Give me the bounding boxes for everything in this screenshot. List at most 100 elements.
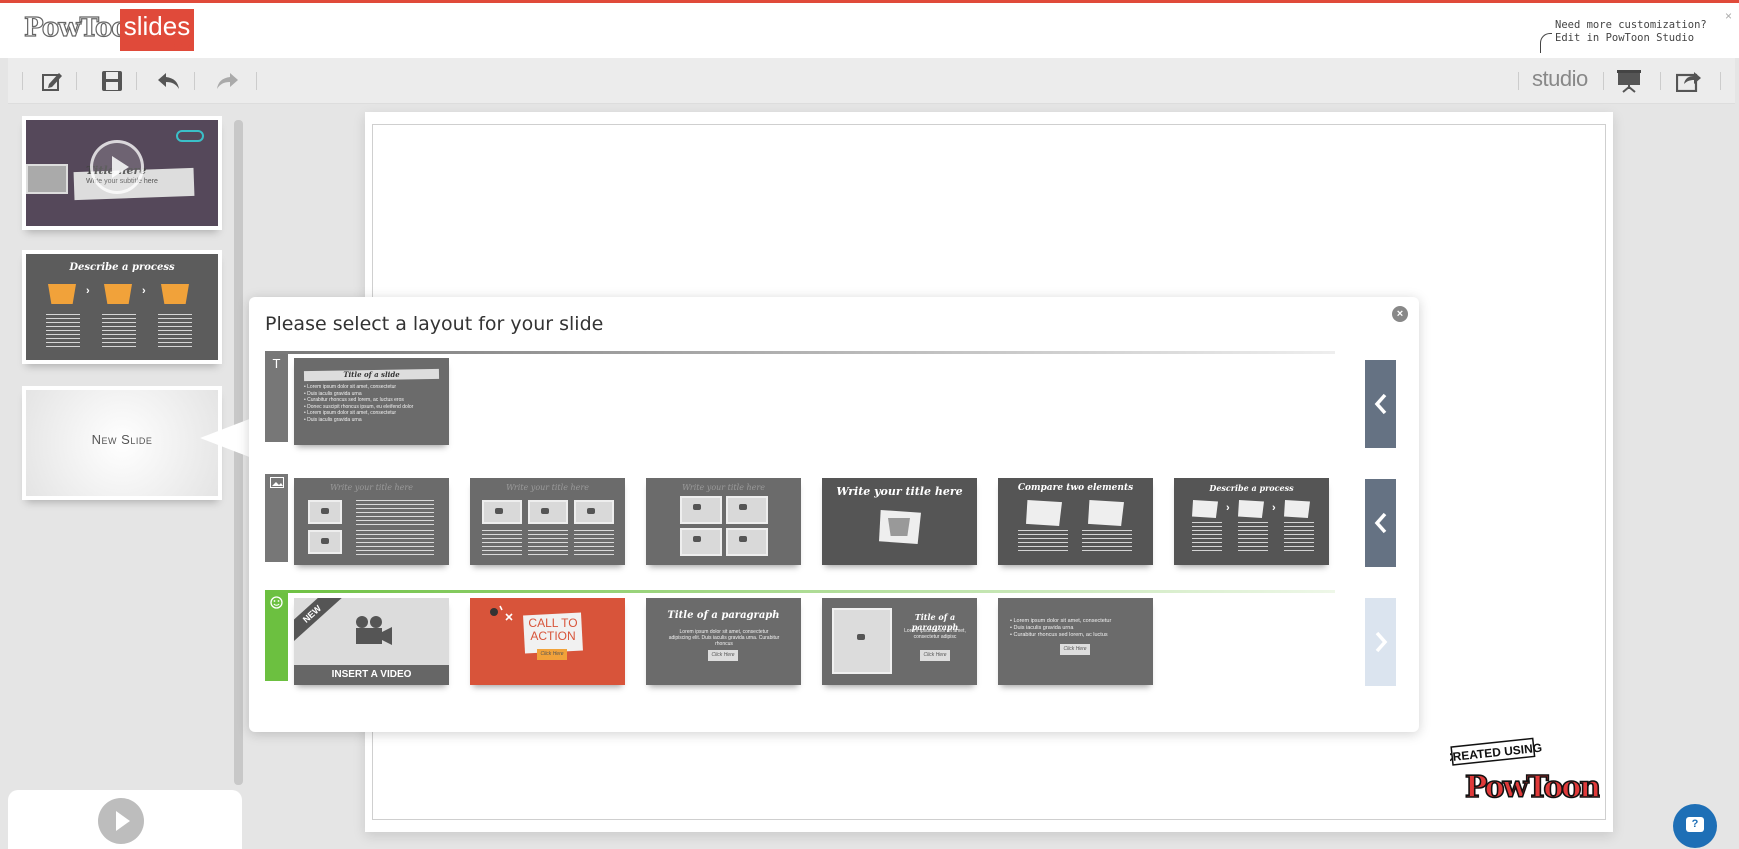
layout-image-paragraph[interactable]: Title of a paragraph Lorem ipsum dolor s… [822,598,977,685]
chat-question-icon: ? [1686,817,1704,832]
click-here-tag: Click Here [920,650,950,661]
camera-icon [726,528,768,556]
image-layouts-tab[interactable] [265,474,288,562]
curved-arrow-icon [1540,33,1552,53]
slide-thumbnail-2[interactable]: Describe a process › › [22,250,222,364]
text-type-icon: T [272,356,281,371]
present-button[interactable] [1616,69,1642,93]
camera-icon [680,496,722,524]
layout-picker-panel: Please select a layout for your slide × … [249,297,1419,732]
text-lines [528,530,568,558]
insert-video-label: INSERT A VIDEO [294,665,449,685]
save-button[interactable] [99,69,125,93]
camera-icon [308,500,342,524]
click-here-tag: Click Here [1060,644,1090,655]
panel-title: Please select a layout for your slide [265,313,604,335]
image-placeholder [1088,500,1124,526]
layout-title: Title of a slide [343,370,400,379]
layout-describe-process[interactable]: Describe a process › › [1174,478,1329,565]
camera-icon [574,500,614,524]
text-lines [1284,522,1314,554]
slide-thumbnail-new[interactable]: New Slide [22,386,222,500]
customization-note[interactable]: Need more customization? Edit in PowToon… [1555,19,1707,45]
bullet-list: • Lorem ipsum dolor sit amet, consectetu… [304,384,413,423]
chevron-right-icon: › [1226,502,1230,514]
chevron-right-icon: › [1272,502,1276,514]
close-panel-button[interactable]: × [1392,306,1408,322]
camera-icon [680,528,722,556]
image-type-icon [269,477,284,491]
layout-call-to-action[interactable]: CALL TO ACTION Click Here [470,598,625,685]
text-lines [482,530,522,558]
play-overlay-icon[interactable] [90,140,144,194]
paragraph-text: Lorem ipsum dolor sit amet, consectetur … [904,628,966,640]
text-layouts-tab[interactable]: T [265,354,288,442]
panel-pointer [200,418,252,458]
help-chat-button[interactable]: ? [1673,804,1717,848]
bag-icon [161,284,189,304]
image-placeholder [1284,500,1310,518]
text-lines [574,530,614,558]
row2-scroll-left-button[interactable] [1365,479,1396,567]
chevron-right-icon: › [86,285,90,297]
row1-scroll-left-button[interactable] [1365,360,1396,448]
toolbar-divider [1660,72,1661,90]
undo-icon [158,73,179,89]
bullet-list: • Lorem ipsum dolor sit amet, consectetu… [1010,618,1111,639]
edit-icon [42,73,62,91]
layout-title: Title of a paragraph [667,610,780,621]
special-layouts-tab[interactable] [265,593,288,681]
toolbar-divider [22,72,23,90]
paragraph-text: Lorem ipsum dolor sit amet, consectetur … [668,629,780,647]
toolbar-divider [76,72,77,90]
close-note-icon[interactable]: × [1725,9,1732,23]
camera-icon [528,500,568,524]
share-button[interactable] [1676,69,1702,93]
layout-paragraph[interactable]: Title of a paragraph Lorem ipsum dolor s… [646,598,801,685]
layout-four-images[interactable]: Write your title here [646,478,801,565]
bullet-item: • Duis iaculis gravida urna [1010,625,1074,631]
created-using-powtoon-logo: CREATED USING PowToon [1450,737,1600,805]
layout-bullets-button[interactable]: • Lorem ipsum dolor sit amet, consectetu… [998,598,1153,685]
toolbar-divider [1518,72,1519,90]
row3-scroll-right-button[interactable] [1365,598,1396,686]
image-placeholder [1026,500,1062,526]
layout-compare-two[interactable]: Compare two elements [998,478,1153,565]
row-divider [265,590,1335,593]
customization-line-2: Edit in PowToon Studio [1555,32,1695,44]
toolbar: studio [8,58,1735,104]
redo-button[interactable] [214,69,240,93]
new-badge: NEW [294,598,348,647]
layout-title: Describe a process [1209,483,1294,493]
credit-line-2: PowToon [1465,770,1600,805]
glasses-icon [176,130,204,142]
edit-button[interactable] [39,69,65,93]
layout-three-images[interactable]: Write your title here [470,478,625,565]
beta-badge: BETA [170,43,192,52]
layout-title-bullets[interactable]: Title of a slide • Lorem ipsum dolor sit… [294,358,449,445]
layout-title: Write your title here [330,483,413,492]
layout-two-images-text[interactable]: Write your title here [294,478,449,565]
video-camera-icon [356,616,392,645]
chevron-left-icon [1374,512,1386,534]
layout-title: Compare two elements [1017,483,1134,493]
preview-player [8,790,242,849]
toolbar-divider [1603,72,1604,90]
toolbar-divider [1720,72,1721,90]
text-lines [1018,530,1068,552]
undo-button[interactable] [156,69,182,93]
studio-button[interactable]: studio [1532,66,1588,92]
new-slide-label: New Slide [91,432,153,447]
present-icon [1617,70,1641,93]
play-button[interactable] [98,798,144,844]
layout-title-image[interactable]: Write your title here [822,478,977,565]
slide-thumbnail-1[interactable]: Title here Write your subtitle here [22,116,222,230]
share-icon [1676,72,1701,92]
chevron-left-icon [1374,393,1386,415]
layout-insert-video[interactable]: NEW INSERT A VIDEO [294,598,449,685]
text-lines [1082,530,1132,552]
text-lines [46,314,80,348]
click-here-tag: Click Here [708,650,738,661]
toolbar-divider [256,72,257,90]
layout-title: Write your title here [836,485,963,498]
